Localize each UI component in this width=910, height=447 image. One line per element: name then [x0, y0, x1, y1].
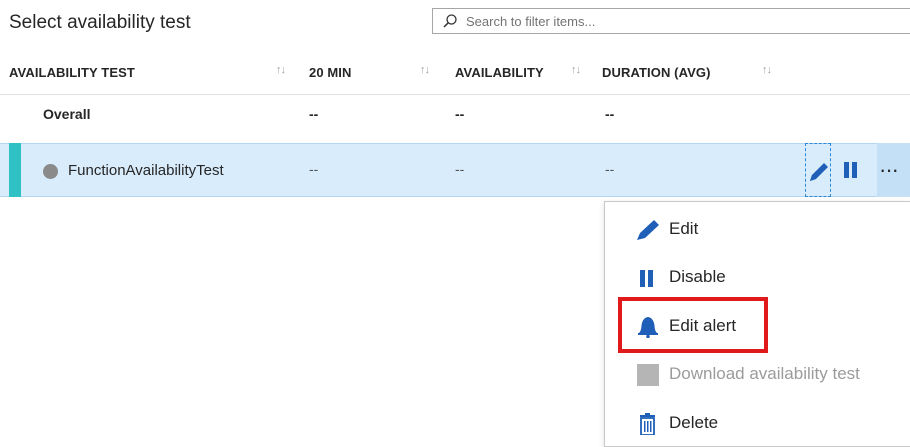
- page-title: Select availability test: [9, 12, 191, 33]
- pencil-icon: [810, 163, 828, 181]
- edit-button[interactable]: [805, 143, 831, 197]
- column-header-availability-test[interactable]: AVAILABILITY TEST: [9, 65, 135, 80]
- row-20min-value: --: [309, 161, 319, 177]
- row-availability-value: --: [455, 161, 465, 177]
- menu-item-delete[interactable]: Delete: [605, 399, 910, 447]
- sort-icon[interactable]: ↑↓: [762, 64, 772, 76]
- row-selection-indicator: [9, 143, 21, 197]
- search-icon: [443, 14, 457, 28]
- overall-label: Overall: [43, 106, 91, 122]
- pause-icon: [844, 162, 849, 178]
- pause-icon: [640, 270, 653, 287]
- overall-availability-value: --: [455, 106, 465, 122]
- menu-item-label: Disable: [669, 267, 726, 286]
- row-duration-value: --: [605, 161, 615, 177]
- column-header-20-min[interactable]: 20 MIN: [309, 65, 352, 80]
- overall-duration-value: --: [605, 106, 615, 122]
- trash-icon: [640, 413, 655, 435]
- search-box[interactable]: [432, 8, 910, 34]
- menu-item-edit-alert[interactable]: Edit alert: [605, 302, 910, 350]
- menu-item-label: Edit: [669, 219, 699, 238]
- menu-item-label: Edit alert: [669, 316, 737, 335]
- test-name[interactable]: FunctionAvailabilityTest: [68, 162, 224, 179]
- column-header-availability[interactable]: AVAILABILITY: [455, 65, 544, 80]
- header-divider: [0, 94, 910, 95]
- menu-item-download-availability-test[interactable]: Download availability test: [605, 350, 910, 398]
- search-input[interactable]: [464, 12, 910, 30]
- context-menu: Edit Disable Edit alert Download availab…: [604, 201, 910, 447]
- more-actions-button[interactable]: ···: [877, 143, 910, 197]
- download-icon: [637, 364, 659, 386]
- sort-icon[interactable]: ↑↓: [420, 64, 430, 76]
- overall-20min-value: --: [309, 106, 319, 122]
- menu-item-disable[interactable]: Disable: [605, 253, 910, 301]
- sort-icon[interactable]: ↑↓: [571, 64, 581, 76]
- menu-item-label: Delete: [669, 413, 719, 432]
- sort-icon[interactable]: ↑↓: [276, 64, 286, 76]
- menu-item-label: Download availability test: [669, 364, 860, 383]
- pencil-icon: [637, 220, 659, 240]
- column-header-duration-avg[interactable]: DURATION (AVG): [602, 65, 711, 80]
- menu-item-edit[interactable]: Edit: [605, 205, 910, 253]
- bell-icon: [638, 317, 658, 338]
- status-indicator: [43, 164, 58, 179]
